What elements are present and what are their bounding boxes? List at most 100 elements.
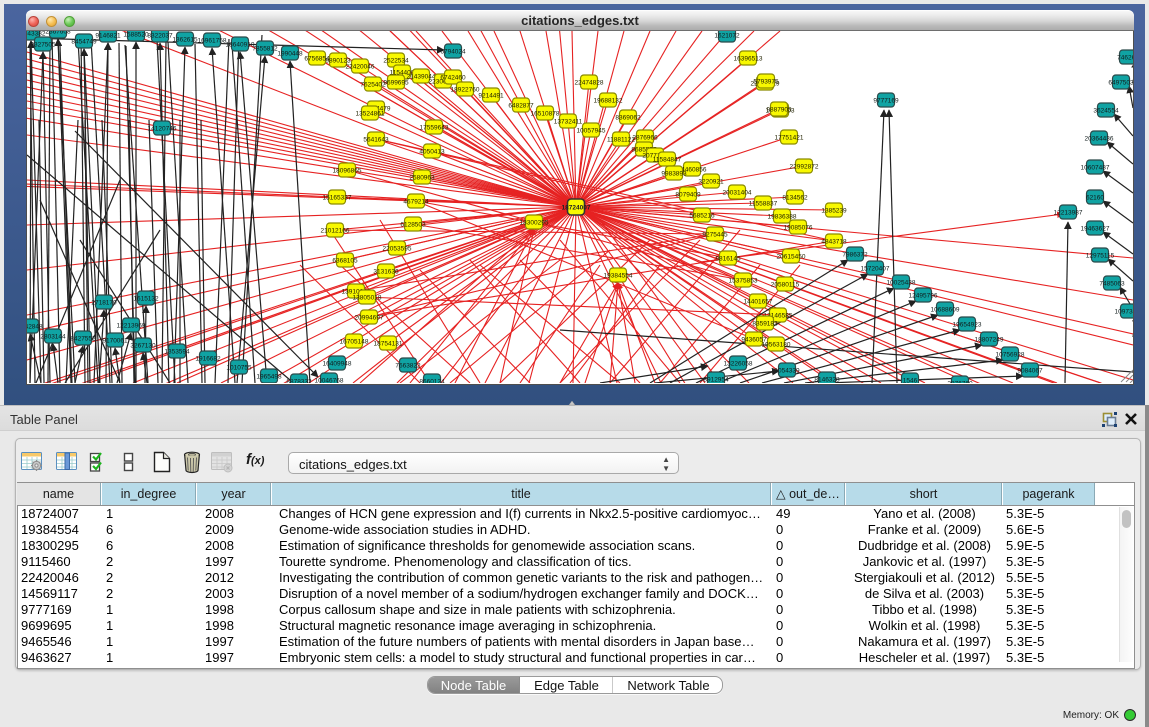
svg-text:9275445: 9275445 [702,231,728,238]
svg-text:7663822: 7663822 [395,362,421,369]
svg-text:7485063: 7485063 [1099,280,1125,287]
svg-text:8878332: 8878332 [286,378,312,383]
svg-text:8427552: 8427552 [70,335,96,342]
svg-text:11881122: 11881122 [607,136,635,143]
svg-text:5793975: 5793975 [753,78,779,85]
svg-text:12213987: 12213987 [1054,209,1083,216]
svg-text:9777169: 9777169 [873,97,899,104]
svg-text:2367608: 2367608 [45,31,71,35]
svg-text:10973493: 10973493 [1115,308,1133,315]
svg-text:16705148: 16705148 [340,338,369,345]
svg-text:8322037: 8322037 [147,32,173,39]
svg-text:12975115: 12975115 [1086,252,1115,259]
svg-text:6742460: 6742460 [440,74,466,81]
svg-text:18754131: 18754131 [374,340,403,347]
svg-text:14120746: 14120746 [148,125,177,132]
svg-text:3267130: 3267130 [130,342,156,349]
svg-text:1621072: 1621072 [714,32,740,39]
svg-text:6794024: 6794024 [440,48,466,55]
svg-text:1965498: 1965498 [256,373,282,380]
svg-text:20031404: 20031404 [723,189,752,196]
svg-text:9084067: 9084067 [1017,367,1043,374]
svg-text:1916682: 1916682 [195,355,221,362]
svg-text:8079409: 8079409 [675,191,701,198]
svg-text:13805018: 13805018 [353,294,382,301]
svg-text:9170061: 9170061 [102,337,128,344]
svg-text:3624554: 3624554 [1093,107,1119,114]
svg-text:20994697: 20994697 [355,314,384,321]
svg-text:9214491: 9214491 [478,92,504,99]
svg-text:9699695: 9699695 [383,79,409,86]
svg-text:18724007: 18724007 [562,205,591,212]
svg-text:62160: 62160 [1086,194,1104,201]
svg-text:2718170: 2718170 [91,299,117,306]
svg-text:4843718: 4843718 [821,238,847,245]
svg-text:16510878: 16510878 [531,110,560,117]
svg-text:5685216: 5685216 [689,212,715,219]
svg-text:15165337: 15165337 [323,194,352,201]
svg-text:18096865: 18096865 [333,167,362,174]
svg-text:3131636: 3131636 [373,268,399,275]
svg-text:1615132: 1615132 [133,295,159,302]
svg-text:1353594: 1353594 [164,348,190,355]
svg-text:19688132: 19688132 [594,97,623,104]
svg-text:19654923: 19654923 [953,321,982,328]
svg-text:20364436: 20364436 [1085,135,1114,142]
svg-text:20580115: 20580115 [771,281,800,288]
svg-text:1546: 1546 [903,377,918,383]
svg-text:8369062: 8369062 [615,114,641,121]
svg-text:1990448: 1990448 [277,50,303,57]
svg-text:8912954: 8912954 [703,376,729,383]
svg-text:2580963: 2580963 [409,174,435,181]
svg-text:10025438: 10025438 [887,279,916,286]
svg-text:8134562: 8134562 [782,194,808,201]
svg-text:10607487: 10607487 [1081,164,1110,171]
svg-text:7625402: 7625402 [360,81,386,88]
svg-text:746266: 746266 [1117,54,1133,61]
svg-text:19836388: 19836388 [768,213,797,220]
svg-text:9983893: 9983893 [661,170,687,177]
svg-text:17559643: 17559643 [420,124,449,131]
svg-text:4050413: 4050413 [419,148,445,155]
svg-text:9887903: 9887903 [766,106,792,113]
svg-text:10057945: 10057945 [577,127,606,134]
svg-text:18300295: 18300295 [520,219,549,226]
svg-text:19384554: 19384554 [604,272,633,279]
svg-text:1054339: 1054339 [774,367,800,374]
svg-text:19563180: 19563180 [762,341,791,348]
svg-text:11584847: 11584847 [653,156,682,163]
svg-text:17751421: 17751421 [775,134,804,141]
svg-text:6482877: 6482877 [508,102,534,109]
svg-text:10688609: 10688609 [931,306,960,313]
svg-text:12213969: 12213969 [117,322,146,329]
svg-text:7855812: 7855812 [252,45,278,52]
svg-text:22420046: 22420046 [346,63,375,70]
svg-text:15375853: 15375853 [729,277,758,284]
svg-text:1588520: 1588520 [123,31,149,38]
svg-text:8359183: 8359183 [752,320,778,327]
svg-text:8146328: 8146328 [814,376,840,383]
svg-text:2522534: 2522534 [383,57,409,64]
svg-text:16409948: 16409948 [323,360,352,367]
svg-text:1010755: 1010755 [226,364,252,371]
svg-text:16961758: 16961758 [198,37,227,44]
svg-text:13732411: 13732411 [554,118,583,125]
svg-text:5641643: 5641643 [363,136,389,143]
svg-text:3220921: 3220921 [698,178,724,185]
svg-text:16396513: 16396513 [734,55,763,62]
svg-text:11558837: 11558837 [749,200,778,207]
svg-text:18640910: 18640910 [226,41,255,48]
svg-text:4679214: 4679214 [403,198,429,205]
svg-text:20615450: 20615450 [777,253,806,260]
svg-text:6368105: 6368105 [332,257,358,264]
svg-text:13226058: 13226058 [724,360,753,367]
svg-text:14401657: 14401657 [744,298,773,305]
svg-text:9242848: 9242848 [27,323,43,330]
svg-text:8454749: 8454749 [71,38,97,45]
svg-text:9816145: 9816145 [715,255,741,262]
svg-text:10756928: 10756928 [996,351,1025,358]
svg-text:1385239: 1385239 [821,207,847,214]
svg-text:9327505: 9327505 [30,41,56,48]
svg-text:2876760: 2876760 [947,380,973,383]
svg-text:12495796: 12495796 [909,292,938,299]
